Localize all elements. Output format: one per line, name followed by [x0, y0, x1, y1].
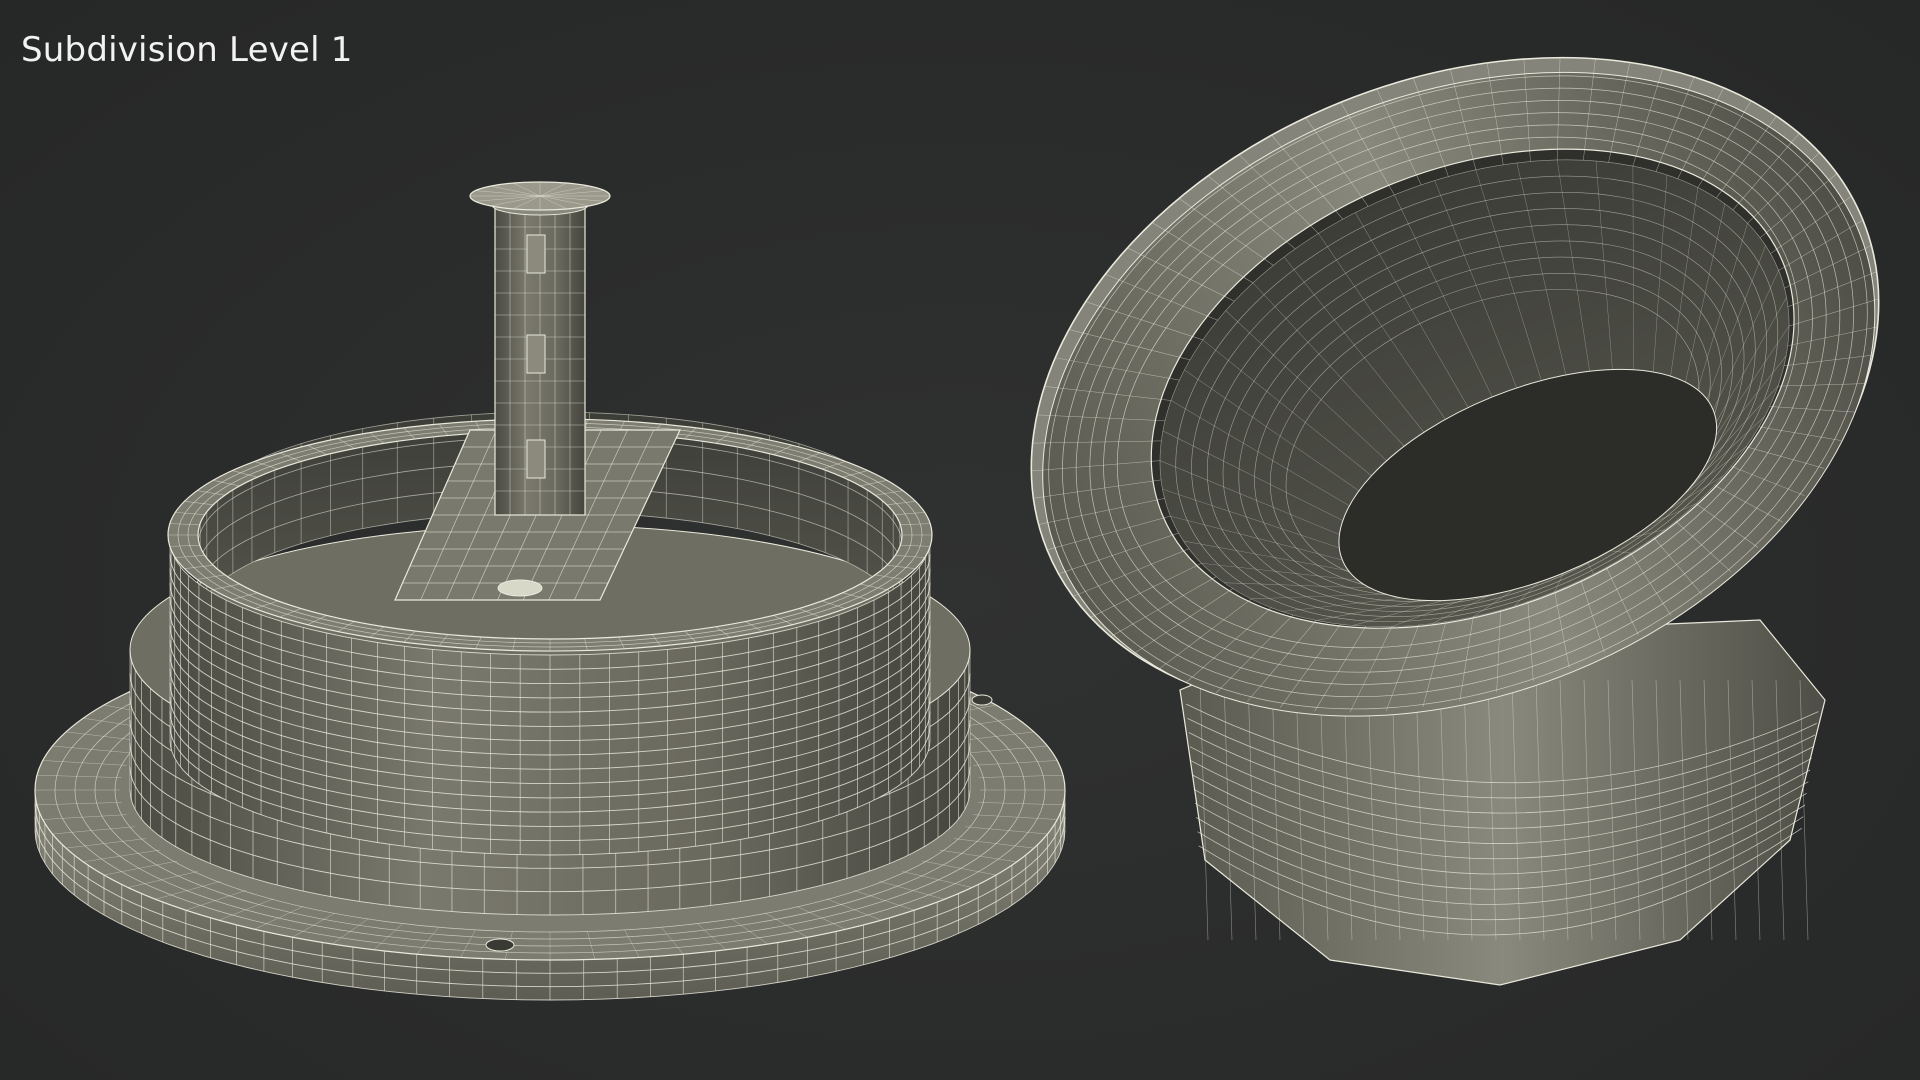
subdivision-level-label: Subdivision Level 1 [21, 30, 353, 70]
screw-hole [485, 938, 515, 952]
center-boss [497, 579, 543, 597]
render-viewport: Subdivision Level 1 [0, 0, 1920, 1080]
post-slot [526, 439, 546, 479]
post-slot [526, 334, 546, 374]
inverted-cap [1030, 56, 1880, 986]
wireframe-render [34, 56, 1880, 1001]
base-with-threaded-neck [34, 181, 1066, 1001]
screw-hole [971, 694, 993, 706]
post-slot [526, 234, 546, 274]
